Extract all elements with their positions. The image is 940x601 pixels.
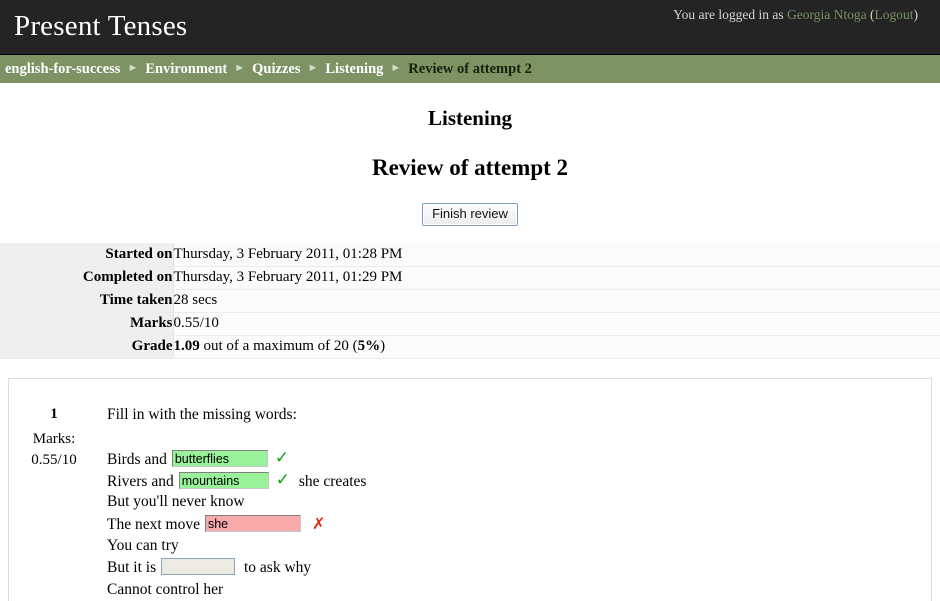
lyric-line: You can try	[107, 535, 931, 557]
logout-close-paren: )	[913, 7, 919, 22]
lyric-text-plain: But you'll never know	[107, 492, 245, 510]
lyric-text-plain: Cannot control her	[107, 580, 224, 598]
summary-value-started-on: Thursday, 3 February 2011, 01:28 PM	[173, 243, 940, 267]
page-title: Listening	[427, 106, 513, 130]
login-info: You are logged in as Georgia Ntoga (Logo…	[673, 7, 918, 23]
logout-link[interactable]: Logout	[875, 7, 914, 22]
lyric-text-before: The next move	[107, 515, 200, 533]
table-row: Grade 1.09 out of a maximum of 20 (5%)	[0, 335, 940, 359]
question-info-column: 1 Marks: 0.55/10	[9, 393, 99, 601]
correct-check-icon: ✓	[274, 447, 290, 468]
question-marks-label: Marks:	[32, 430, 76, 447]
question-box: 1 Marks: 0.55/10 Fill in with the missin…	[8, 377, 932, 601]
lyric-text-after: she creates	[298, 472, 367, 490]
breadcrumb-item-english-for-success[interactable]: english-for-success	[5, 61, 120, 78]
summary-value-marks: 0.55/10	[173, 312, 940, 336]
table-row: Completed on Thursday, 3 February 2011, …	[0, 266, 940, 290]
lyric-text-after: to ask why	[243, 558, 312, 576]
summary-label-completed-on: Completed on	[0, 266, 174, 290]
breadcrumb-separator-icon: ►	[390, 62, 402, 74]
summary-label-marks: Marks	[0, 312, 174, 336]
answer-input-2[interactable]	[178, 472, 269, 489]
lyric-line: But it is to ask why	[107, 557, 931, 579]
table-row: Started on Thursday, 3 February 2011, 01…	[0, 243, 940, 267]
correct-check-icon: ✓	[275, 469, 290, 490]
lyric-line: Cannot control her	[107, 579, 931, 601]
lyric-line: The next move ✗	[107, 513, 931, 535]
lyric-line: Rivers and ✓ she creates	[107, 469, 931, 491]
table-row: Marks 0.55/10	[0, 312, 940, 336]
breadcrumb-item-quizzes[interactable]: Quizzes	[252, 61, 300, 78]
question-marks-value: 0.55/10	[31, 451, 77, 468]
question-content: Fill in with the missing words: Birds an…	[99, 393, 931, 601]
summary-label-started-on: Started on	[0, 243, 174, 267]
question-number: 1	[50, 405, 58, 422]
breadcrumb-item-environment[interactable]: Environment	[145, 61, 227, 78]
breadcrumb-item-listening[interactable]: Listening	[325, 61, 383, 78]
page-subtitle: Review of attempt 2	[371, 155, 569, 180]
incorrect-cross-icon: ✗	[311, 513, 326, 533]
question-prompt: Fill in with the missing words:	[107, 405, 297, 423]
lyric-text-plain: You can try	[107, 536, 179, 554]
breadcrumb-separator-icon: ►	[127, 62, 139, 74]
summary-label-time-taken: Time taken	[0, 289, 174, 313]
grade-middle-text: out of a maximum of 20 (	[199, 338, 358, 354]
breadcrumb-separator-icon: ►	[234, 62, 246, 74]
grade-suffix: )	[380, 338, 386, 354]
user-profile-link[interactable]: Georgia Ntoga	[787, 7, 867, 22]
lyric-text-before: Birds and	[107, 450, 167, 468]
breadcrumb: english-for-success ► Environment ► Quiz…	[0, 55, 940, 83]
table-row: Time taken 28 secs	[0, 289, 940, 313]
summary-value-grade: 1.09 out of a maximum of 20 (5%)	[173, 335, 940, 359]
answer-input-3[interactable]	[204, 515, 301, 532]
breadcrumb-item-current: Review of attempt 2	[408, 60, 532, 77]
login-prefix-text: You are logged in as	[673, 7, 784, 22]
summary-label-grade: Grade	[0, 335, 174, 359]
lyric-line: Birds and ✓	[107, 447, 931, 469]
grade-percent: 5%	[357, 338, 381, 354]
summary-value-completed-on: Thursday, 3 February 2011, 01:29 PM	[173, 266, 940, 290]
answer-input-4[interactable]	[161, 558, 236, 575]
finish-review-button-row: Finish review	[0, 181, 940, 226]
answer-input-1[interactable]	[171, 450, 268, 467]
breadcrumb-separator-icon: ►	[307, 62, 319, 74]
grade-score: 1.09	[173, 338, 200, 354]
attempt-summary-table: Started on Thursday, 3 February 2011, 01…	[0, 243, 940, 359]
finish-review-button[interactable]: Finish review	[422, 203, 518, 226]
lyric-text-before: Rivers and	[107, 472, 174, 490]
summary-value-time-taken: 28 secs	[173, 289, 940, 313]
site-title: Present Tenses	[14, 10, 188, 42]
site-header: Present Tenses You are logged in as Geor…	[0, 0, 940, 55]
lyric-text-before: But it is	[107, 558, 157, 576]
attempt-summary-table-wrapper: Started on Thursday, 3 February 2011, 01…	[0, 226, 940, 359]
lyric-line: But you'll never know	[107, 491, 931, 513]
